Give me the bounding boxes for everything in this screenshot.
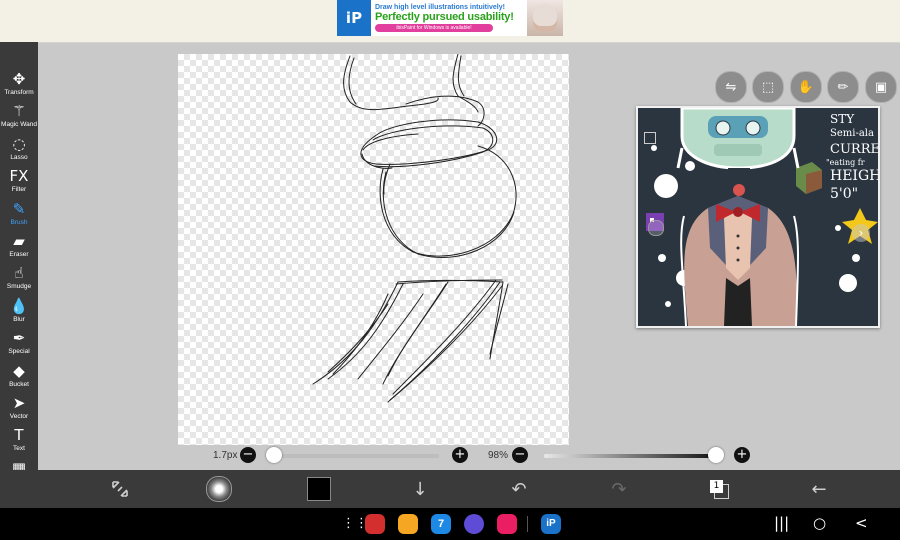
bottom-toolbar: ↓ ↶ ↷ 1 ←	[0, 470, 900, 508]
sketch-lines	[312, 54, 517, 403]
undo-icon[interactable]: ↶	[506, 476, 532, 502]
move-icon: ✥	[12, 70, 26, 88]
tool-special[interactable]: ✒ Special	[0, 328, 38, 360]
system-nav-bar: ⋮⋮⋮ 7 iP ||| ○ <	[0, 508, 900, 540]
tool-transform[interactable]: ✥ Transform	[0, 69, 38, 101]
text-icon: T	[14, 426, 24, 445]
redo-icon[interactable]: ↷	[606, 476, 632, 502]
reference-frame-icon[interactable]	[644, 132, 656, 144]
back-arrow-icon[interactable]: ←	[806, 476, 832, 502]
app-icon-calendar[interactable]: 7	[431, 514, 451, 534]
home-button[interactable]: ○	[813, 514, 826, 532]
smudge-icon: ☝	[14, 264, 24, 283]
magic-wand-icon: ⚚	[12, 102, 26, 121]
reference-text: CURREN	[830, 142, 880, 157]
opacity-knob[interactable]	[707, 447, 724, 463]
cursor-arrow-icon: ➤	[12, 394, 26, 412]
tool-filter[interactable]: FX Filter	[0, 166, 38, 198]
brush-size-slider[interactable]	[272, 454, 439, 458]
download-icon[interactable]: ↓	[407, 476, 433, 502]
tool-label: Transform	[4, 89, 34, 96]
selection-icon[interactable]: ⬚	[752, 71, 784, 103]
reference-image-icon[interactable]: ▣	[865, 71, 897, 103]
opacity-slider[interactable]	[544, 454, 717, 458]
brush-size-value: 1.7px	[213, 450, 238, 461]
reference-text: "eating fr	[826, 158, 865, 167]
tool-label: Special	[8, 348, 30, 356]
hand-icon[interactable]: ✋	[790, 71, 822, 103]
tool-label: Lasso	[10, 153, 28, 161]
reference-image	[638, 108, 878, 326]
ibispaint-logo-icon: iP	[337, 0, 371, 36]
app-icon-browser[interactable]	[464, 514, 484, 534]
lasso-icon: ◌	[12, 134, 26, 153]
reference-window[interactable]: STY Semi-ala CURREN"eating frHEIGH 5'0" ›	[636, 106, 880, 328]
tool-label: Vector	[9, 413, 29, 420]
tool-label: Magic Wand	[1, 121, 37, 129]
brush-icon: ✎	[12, 199, 26, 218]
slider-row: 1.7px − + 98% − +	[0, 444, 900, 468]
ad-line-1: Draw high level illustrations intuitivel…	[375, 4, 505, 11]
tool-label: Eraser	[9, 251, 29, 258]
back-button[interactable]: <	[855, 514, 868, 532]
tool-label: Bucket	[9, 380, 29, 388]
tool-label: Blur	[13, 315, 25, 323]
app-icon-ibispaint[interactable]: iP	[541, 514, 561, 534]
advertisement-banner[interactable]: iP Draw high level illustrations intuiti…	[337, 0, 563, 36]
tool-sidebar: ✥ Transform ⚚ Magic Wand ◌ Lasso FX Filter ✎ Brus…	[0, 42, 41, 509]
layers-icon[interactable]: 1	[706, 476, 732, 502]
reference-pin-icon[interactable]	[648, 220, 664, 236]
bucket-icon: ◆	[13, 361, 25, 380]
special-pen-icon: ✒	[12, 329, 26, 348]
brush-size-increase-button[interactable]: +	[452, 447, 468, 463]
ad-text: Draw high level illustrations intuitivel…	[371, 4, 527, 32]
opacity-decrease-button[interactable]: −	[512, 447, 528, 463]
drawing-canvas[interactable]	[178, 54, 569, 445]
ad-line-3: ibisPaint for Windows is available!	[375, 24, 493, 32]
brush-preview-icon[interactable]	[206, 476, 232, 502]
toggle-icon[interactable]: ⇋	[715, 71, 747, 103]
ad-bar: iP Draw high level illustrations intuiti…	[0, 0, 900, 43]
tool-label: Smudge	[6, 283, 32, 291]
dock-divider	[527, 516, 528, 532]
tool-vector[interactable]: ➤ Vector	[0, 393, 38, 425]
fx-icon: FX	[9, 167, 29, 186]
tool-blur[interactable]: 💧 Blur	[0, 296, 38, 328]
tool-smudge[interactable]: ☝ Smudge	[0, 263, 38, 295]
droplet-icon: 💧	[9, 296, 29, 315]
reference-text: 5'0"	[830, 186, 859, 202]
brush-size-knob[interactable]	[266, 447, 282, 463]
reference-text: Semi-ala	[830, 128, 874, 139]
reference-text: HEIGH	[830, 168, 880, 184]
eraser-icon: ▰	[13, 232, 25, 250]
brush-size-decrease-button[interactable]: −	[240, 447, 256, 463]
ruler-icon[interactable]: ✏	[827, 71, 859, 103]
app-icon-files[interactable]	[398, 514, 418, 534]
reference-next-icon[interactable]: ›	[852, 224, 870, 242]
tool-bucket[interactable]: ◆ Bucket	[0, 361, 38, 393]
app-icon-camera[interactable]	[497, 514, 517, 534]
opacity-increase-button[interactable]: +	[734, 447, 750, 463]
ad-headline: Perfectly pursued usability!	[375, 11, 514, 23]
opacity-value: 98%	[488, 450, 509, 461]
tool-label: Filter	[11, 186, 27, 194]
tool-eraser[interactable]: ▰ Eraser	[0, 231, 38, 263]
tool-label: Brush	[10, 218, 28, 226]
transform-layer-icon[interactable]	[107, 476, 133, 502]
tool-magic-wand[interactable]: ⚚ Magic Wand	[0, 101, 38, 133]
tool-brush[interactable]: ✎ Brush	[0, 199, 38, 231]
ad-illustration	[527, 0, 563, 36]
reference-text: STY	[830, 112, 855, 126]
tool-lasso[interactable]: ◌ Lasso	[0, 134, 38, 166]
app-icon-red[interactable]	[365, 514, 385, 534]
color-swatch[interactable]	[306, 476, 332, 502]
recents-button[interactable]: |||	[774, 514, 789, 532]
